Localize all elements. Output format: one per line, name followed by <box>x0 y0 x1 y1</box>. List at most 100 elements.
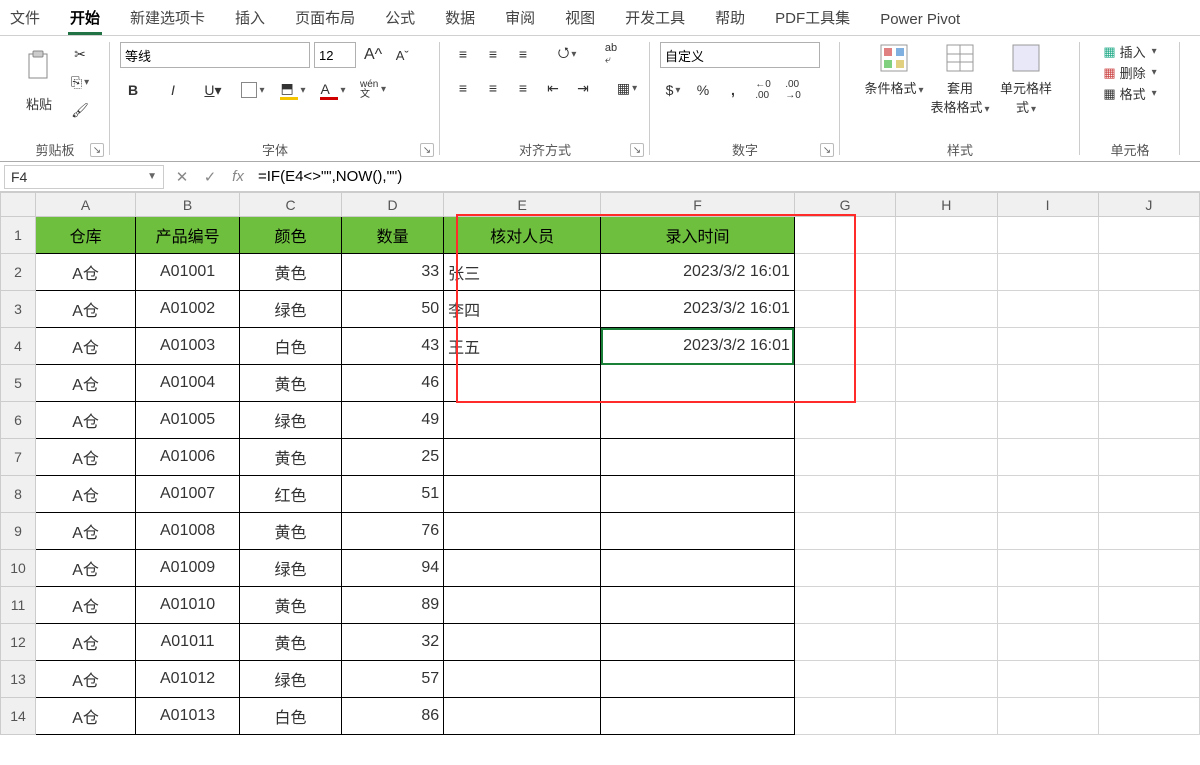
cell-E9[interactable] <box>444 513 601 550</box>
tab-新建选项卡[interactable]: 新建选项卡 <box>128 3 207 35</box>
paste-button[interactable] <box>17 42 61 90</box>
cell-E7[interactable] <box>444 439 601 476</box>
cell-J6[interactable] <box>1098 402 1199 439</box>
cell-F7[interactable] <box>601 439 795 476</box>
cell-D3[interactable]: 50 <box>342 291 444 328</box>
cell-F2[interactable]: 2023/3/2 16:01 <box>601 254 795 291</box>
cell-A7[interactable]: A仓 <box>36 439 136 476</box>
cell-F12[interactable] <box>601 624 795 661</box>
cell-H1[interactable] <box>896 217 997 254</box>
cell-G7[interactable] <box>794 439 895 476</box>
row-header-3[interactable]: 3 <box>1 291 36 328</box>
number-launcher[interactable]: ↘ <box>820 143 834 157</box>
cell-G1[interactable] <box>794 217 895 254</box>
cell-I14[interactable] <box>997 698 1098 735</box>
cell-D14[interactable]: 86 <box>342 698 444 735</box>
cell-E5[interactable] <box>444 365 601 402</box>
cell-F4[interactable]: 2023/3/2 16:01 <box>601 328 795 365</box>
cell-I8[interactable] <box>997 476 1098 513</box>
cell-B6[interactable]: A01005 <box>136 402 240 439</box>
cell-J1[interactable] <box>1098 217 1199 254</box>
cell-H8[interactable] <box>896 476 997 513</box>
cell-F14[interactable] <box>601 698 795 735</box>
cell-C3[interactable]: 绿色 <box>240 291 342 328</box>
cell-A6[interactable]: A仓 <box>36 402 136 439</box>
increase-decimal-icon[interactable]: ←0.00 <box>750 78 776 102</box>
cell-J10[interactable] <box>1098 550 1199 587</box>
cell-H13[interactable] <box>896 661 997 698</box>
cell-H12[interactable] <box>896 624 997 661</box>
cell-F3[interactable]: 2023/3/2 16:01 <box>601 291 795 328</box>
font-name-select[interactable] <box>120 42 310 68</box>
cell-G9[interactable] <box>794 513 895 550</box>
cell-E12[interactable] <box>444 624 601 661</box>
font-launcher[interactable]: ↘ <box>420 143 434 157</box>
cell-J12[interactable] <box>1098 624 1199 661</box>
col-header-E[interactable]: E <box>444 193 601 217</box>
cell-C11[interactable]: 黄色 <box>240 587 342 624</box>
cell-H2[interactable] <box>896 254 997 291</box>
row-header-13[interactable]: 13 <box>1 661 36 698</box>
cell-H4[interactable] <box>896 328 997 365</box>
name-box[interactable]: F4▼ <box>4 165 164 189</box>
cell-C1[interactable]: 颜色 <box>240 217 342 254</box>
cell-B9[interactable]: A01008 <box>136 513 240 550</box>
cell-I3[interactable] <box>997 291 1098 328</box>
cell-D1[interactable]: 数量 <box>342 217 444 254</box>
cell-B8[interactable]: A01007 <box>136 476 240 513</box>
cell-H7[interactable] <box>896 439 997 476</box>
cell-B10[interactable]: A01009 <box>136 550 240 587</box>
cell-G14[interactable] <box>794 698 895 735</box>
align-top-icon[interactable]: ≡ <box>450 42 476 66</box>
col-header-J[interactable]: J <box>1098 193 1199 217</box>
cell-G3[interactable] <box>794 291 895 328</box>
formula-cancel-icon[interactable]: ✕ <box>168 168 196 186</box>
row-header-11[interactable]: 11 <box>1 587 36 624</box>
col-header-F[interactable]: F <box>601 193 795 217</box>
cell-C2[interactable]: 黄色 <box>240 254 342 291</box>
cell-E3[interactable]: 李四 <box>444 291 601 328</box>
cell-D9[interactable]: 76 <box>342 513 444 550</box>
cell-H9[interactable] <box>896 513 997 550</box>
row-header-8[interactable]: 8 <box>1 476 36 513</box>
cell-C5[interactable]: 黄色 <box>240 365 342 402</box>
conditional-format-label[interactable]: 条件格式 <box>864 78 924 97</box>
cell-C14[interactable]: 白色 <box>240 698 342 735</box>
cell-H3[interactable] <box>896 291 997 328</box>
cell-I2[interactable] <box>997 254 1098 291</box>
cell-B12[interactable]: A01011 <box>136 624 240 661</box>
cell-I7[interactable] <box>997 439 1098 476</box>
cell-E8[interactable] <box>444 476 601 513</box>
format-painter-icon[interactable]: 🖌 <box>67 98 93 122</box>
cell-J11[interactable] <box>1098 587 1199 624</box>
cell-I12[interactable] <box>997 624 1098 661</box>
cell-G5[interactable] <box>794 365 895 402</box>
comma-format-icon[interactable]: , <box>720 78 746 102</box>
cell-B2[interactable]: A01001 <box>136 254 240 291</box>
cell-H14[interactable] <box>896 698 997 735</box>
cell-C7[interactable]: 黄色 <box>240 439 342 476</box>
cell-G10[interactable] <box>794 550 895 587</box>
cell-A9[interactable]: A仓 <box>36 513 136 550</box>
row-header-7[interactable]: 7 <box>1 439 36 476</box>
col-header-I[interactable]: I <box>997 193 1098 217</box>
cell-J13[interactable] <box>1098 661 1199 698</box>
cell-B13[interactable]: A01012 <box>136 661 240 698</box>
cell-A2[interactable]: A仓 <box>36 254 136 291</box>
col-header-A[interactable]: A <box>36 193 136 217</box>
format-cells-button[interactable]: ▦格式 <box>1103 84 1156 103</box>
cell-J4[interactable] <box>1098 328 1199 365</box>
shrink-font-icon[interactable]: Aˇ <box>390 42 414 68</box>
cell-E1[interactable]: 核对人员 <box>444 217 601 254</box>
increase-indent-icon[interactable]: ⇥ <box>570 76 596 100</box>
tab-开发工具[interactable]: 开发工具 <box>623 3 687 35</box>
cell-J7[interactable] <box>1098 439 1199 476</box>
cell-C6[interactable]: 绿色 <box>240 402 342 439</box>
cell-I11[interactable] <box>997 587 1098 624</box>
cell-F8[interactable] <box>601 476 795 513</box>
cell-J8[interactable] <box>1098 476 1199 513</box>
cell-A11[interactable]: A仓 <box>36 587 136 624</box>
cell-B5[interactable]: A01004 <box>136 365 240 402</box>
tab-页面布局[interactable]: 页面布局 <box>293 3 357 35</box>
cell-F9[interactable] <box>601 513 795 550</box>
